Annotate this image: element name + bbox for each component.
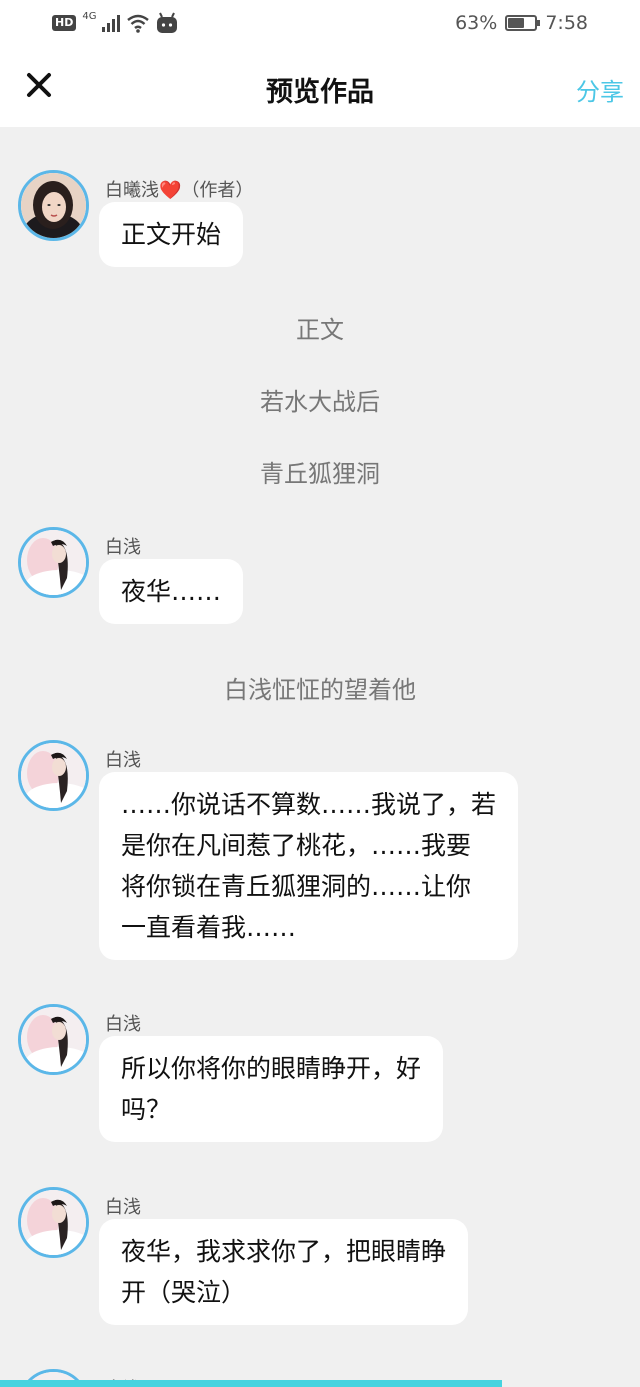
message-line: 是你在凡间惹了桃花，……我要	[121, 831, 472, 860]
network-type-label: 4G	[82, 10, 97, 22]
narration-text: 青丘狐狸洞	[260, 460, 380, 488]
battery-percent: 63%	[455, 12, 498, 34]
heart-icon: ❤️	[159, 180, 182, 201]
sender-label: 白曦浅	[105, 180, 159, 201]
message-line: 一直看着我……	[121, 913, 297, 942]
message-line: 夜华，我求求你了，把眼睛睁	[121, 1237, 447, 1266]
sender-name: 白浅	[105, 533, 141, 559]
sender-label: 白浅	[105, 537, 141, 558]
message-bubble[interactable]: ……你说话不算数……我说了，若 是你在凡间惹了桃花，……我要 将你锁在青丘狐狸洞的……	[99, 772, 519, 960]
message-line: 将你锁在青丘狐狸洞的……让你	[121, 872, 472, 901]
sender-name: 白浅	[105, 1010, 141, 1036]
message-bubble[interactable]: 所以你将你的眼睛睁开，好 吗？	[99, 1036, 444, 1142]
status-bar: HD 4G 63% 7:58	[0, 0, 640, 50]
avatar-image	[21, 743, 86, 808]
sender-label: 白浅	[105, 1197, 141, 1218]
sender-name: 白曦浅❤️（作者）	[105, 176, 253, 202]
battery-icon	[505, 15, 541, 31]
narration-text: 白浅怔怔的望着他	[224, 676, 416, 704]
message-line: 夜华……	[121, 577, 222, 606]
signal-icon	[102, 14, 121, 32]
message-line: 吗？	[121, 1095, 172, 1124]
chat-feed[interactable]: 白曦浅❤️（作者） 正文开始 正文 若水大战后 青丘狐狸洞 白浅 夜华…… 白浅怔怔的望着他…	[0, 127, 640, 1387]
sender-label: 白浅	[105, 1014, 141, 1035]
hd-icon: HD	[52, 15, 77, 31]
message-bubble[interactable]: 夜华……	[99, 559, 244, 624]
avatar-image	[21, 1190, 86, 1255]
sender-name: 白浅	[105, 746, 141, 772]
avatar-image	[21, 530, 86, 595]
reading-progress-bar	[0, 1380, 502, 1387]
avatar[interactable]	[18, 527, 89, 598]
clock: 7:58	[545, 12, 588, 34]
battery-fill	[508, 18, 525, 28]
message-line: 正文开始	[121, 220, 222, 249]
narration-text: 正文	[296, 316, 344, 344]
avatar[interactable]	[18, 1004, 89, 1075]
message-line: ……你说话不算数……我说了，若	[121, 790, 497, 819]
message-line: 开（哭泣）	[121, 1278, 247, 1307]
avatar-image	[21, 1007, 86, 1072]
message-line: 所以你将你的眼睛睁开，好	[121, 1054, 422, 1083]
avatar[interactable]	[18, 170, 89, 241]
avatar[interactable]	[18, 740, 89, 811]
narration-text: 若水大战后	[260, 388, 380, 416]
share-button[interactable]: 分享	[576, 72, 624, 107]
sender-name: 白浅	[105, 1193, 141, 1219]
status-left: HD 4G	[52, 10, 178, 34]
sender-label: 白浅	[105, 750, 141, 771]
message-bubble[interactable]: 夜华，我求求你了，把眼睛睁 开（哭泣）	[99, 1219, 469, 1325]
avatar[interactable]	[18, 1187, 89, 1258]
nav-bar: 预览作品 分享	[0, 50, 640, 127]
notification-icon	[157, 12, 178, 33]
message-bubble[interactable]: 正文开始	[99, 202, 244, 267]
status-right: 63% 7:58	[455, 12, 588, 34]
page-title: 预览作品	[266, 77, 374, 108]
avatar-image	[21, 173, 86, 238]
wifi-icon	[127, 14, 150, 33]
author-tag: （作者）	[181, 180, 254, 201]
